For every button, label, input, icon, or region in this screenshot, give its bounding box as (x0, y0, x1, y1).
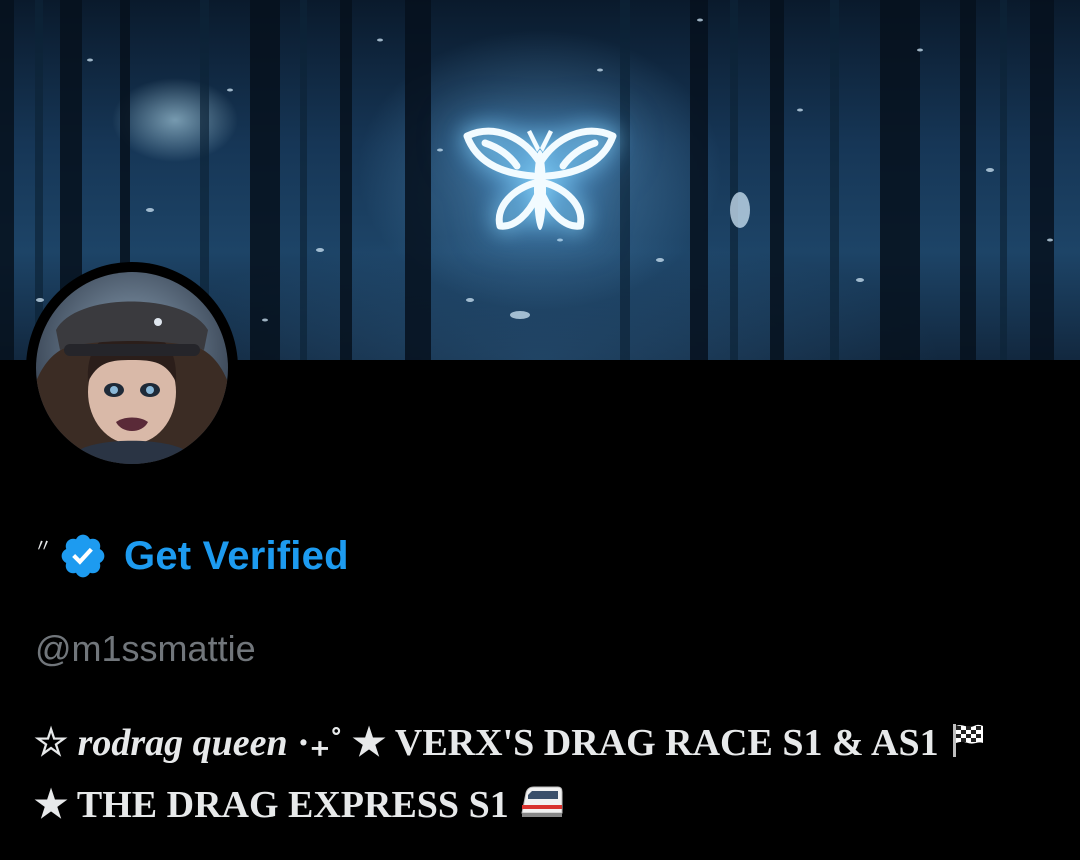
bio-italic-text: rodrag queen (77, 722, 288, 764)
bio-line-2: ★ THE DRAG EXPRESS S1 (34, 774, 1064, 836)
checkered-flag-icon (953, 724, 984, 757)
butterfly-icon (463, 127, 617, 230)
avatar-image (36, 272, 228, 464)
profile-avatar[interactable] (26, 262, 238, 474)
display-name: 〃 (34, 536, 52, 557)
train-icon (521, 786, 563, 817)
bio-sparkle: ·₊˚ (297, 722, 343, 764)
verified-badge-icon[interactable] (58, 531, 108, 581)
display-name-row: 〃 Get Verified (34, 528, 349, 584)
profile-bio: ☆ rodrag queen ·₊˚ ★ VERX'S DRAG RACE S1… (34, 712, 1064, 836)
get-verified-link[interactable]: Get Verified (124, 534, 349, 579)
profile-handle: @m1ssmattie (35, 628, 256, 669)
bio-title-text: ★ VERX'S DRAG RACE S1 & AS1 (352, 722, 939, 764)
bio-star-outline: ☆ (34, 722, 69, 764)
bio-line-1: ☆ rodrag queen ·₊˚ ★ VERX'S DRAG RACE S1… (34, 712, 1064, 774)
bio-show-text: ★ THE DRAG EXPRESS S1 (34, 784, 509, 826)
